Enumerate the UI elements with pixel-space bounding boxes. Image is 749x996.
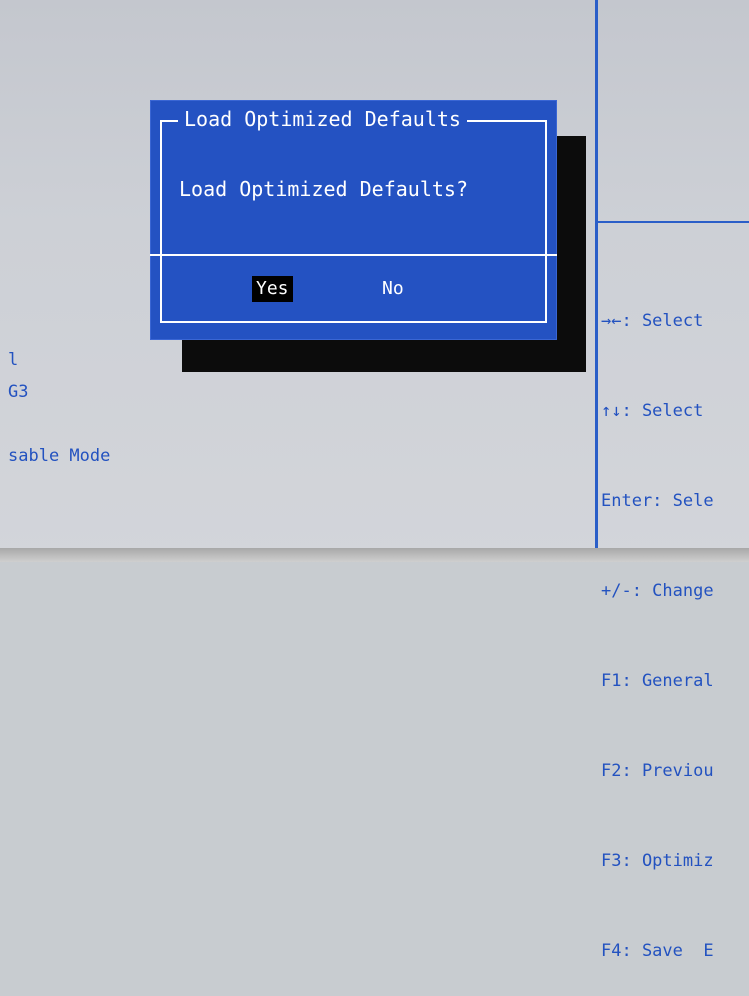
monitor-bezel (0, 548, 749, 562)
help-panel-divider (595, 0, 598, 548)
load-defaults-dialog: Load Optimized Defaults Load Optimized D… (150, 100, 557, 340)
help-item-f4: F4: Save E (601, 941, 714, 961)
setting-value-3[interactable]: sable Mode (8, 446, 110, 466)
help-item-enter: Enter: Sele (601, 491, 714, 511)
help-item-select-item: ↑↓: Select (601, 401, 704, 421)
help-item-change: +/-: Change (601, 581, 714, 601)
setting-value-2[interactable]: G3 (8, 382, 28, 402)
no-button[interactable]: No (378, 276, 408, 302)
help-item-f3: F3: Optimiz (601, 851, 714, 871)
help-panel: →←: Select ↑↓: Select Enter: Sele +/-: C… (601, 246, 749, 996)
help-item-select-screen: →←: Select (601, 311, 704, 331)
dialog-title: Load Optimized Defaults (178, 106, 467, 132)
dialog-message: Load Optimized Defaults? (179, 177, 468, 201)
setting-value-1[interactable]: l (8, 350, 18, 370)
help-item-f2: F2: Previou (601, 761, 714, 781)
help-item-f1: F1: General (601, 671, 714, 691)
help-panel-top-divider (597, 221, 749, 223)
dialog-frame (160, 120, 547, 323)
dialog-divider (150, 254, 557, 256)
yes-button[interactable]: Yes (252, 276, 293, 302)
